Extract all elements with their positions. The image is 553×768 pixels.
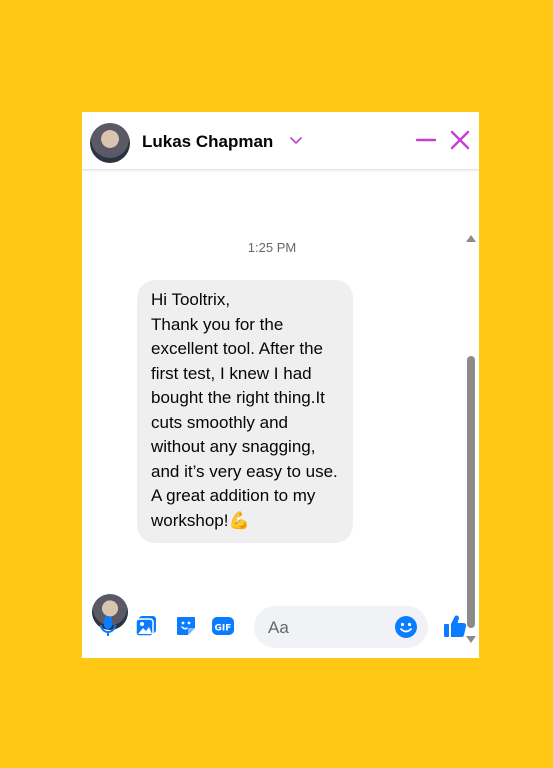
like-icon[interactable] bbox=[442, 613, 468, 639]
chevron-down-icon[interactable] bbox=[289, 134, 303, 148]
message-input-placeholder: Aa bbox=[268, 618, 289, 637]
gif-icon[interactable]: GIF bbox=[211, 614, 235, 638]
sticker-icon[interactable] bbox=[174, 614, 198, 638]
close-icon[interactable] bbox=[448, 128, 472, 152]
message-composer: GIF Aa bbox=[82, 602, 479, 658]
contact-avatar[interactable] bbox=[90, 123, 130, 163]
message-bubble[interactable]: Hi Tooltrix, Thank you for the excellent… bbox=[137, 280, 353, 543]
contact-name[interactable]: Lukas Chapman bbox=[142, 132, 273, 152]
scroll-up-arrow-icon[interactable] bbox=[466, 234, 476, 242]
chat-window: Lukas Chapman 1:25 PM Hi Tooltrix, Thank… bbox=[82, 112, 479, 658]
svg-text:GIF: GIF bbox=[215, 624, 232, 634]
message-list: 1:25 PM Hi Tooltrix, Thank you for the e… bbox=[82, 170, 479, 643]
emoji-icon[interactable] bbox=[394, 615, 418, 639]
message-timestamp: 1:25 PM bbox=[247, 240, 297, 255]
message-input[interactable]: Aa bbox=[254, 606, 428, 648]
minimize-icon[interactable] bbox=[415, 129, 437, 151]
photo-icon[interactable] bbox=[134, 614, 158, 638]
chat-header: Lukas Chapman bbox=[82, 112, 479, 170]
scrollbar-thumb[interactable] bbox=[467, 356, 475, 628]
microphone-icon[interactable] bbox=[96, 614, 120, 638]
